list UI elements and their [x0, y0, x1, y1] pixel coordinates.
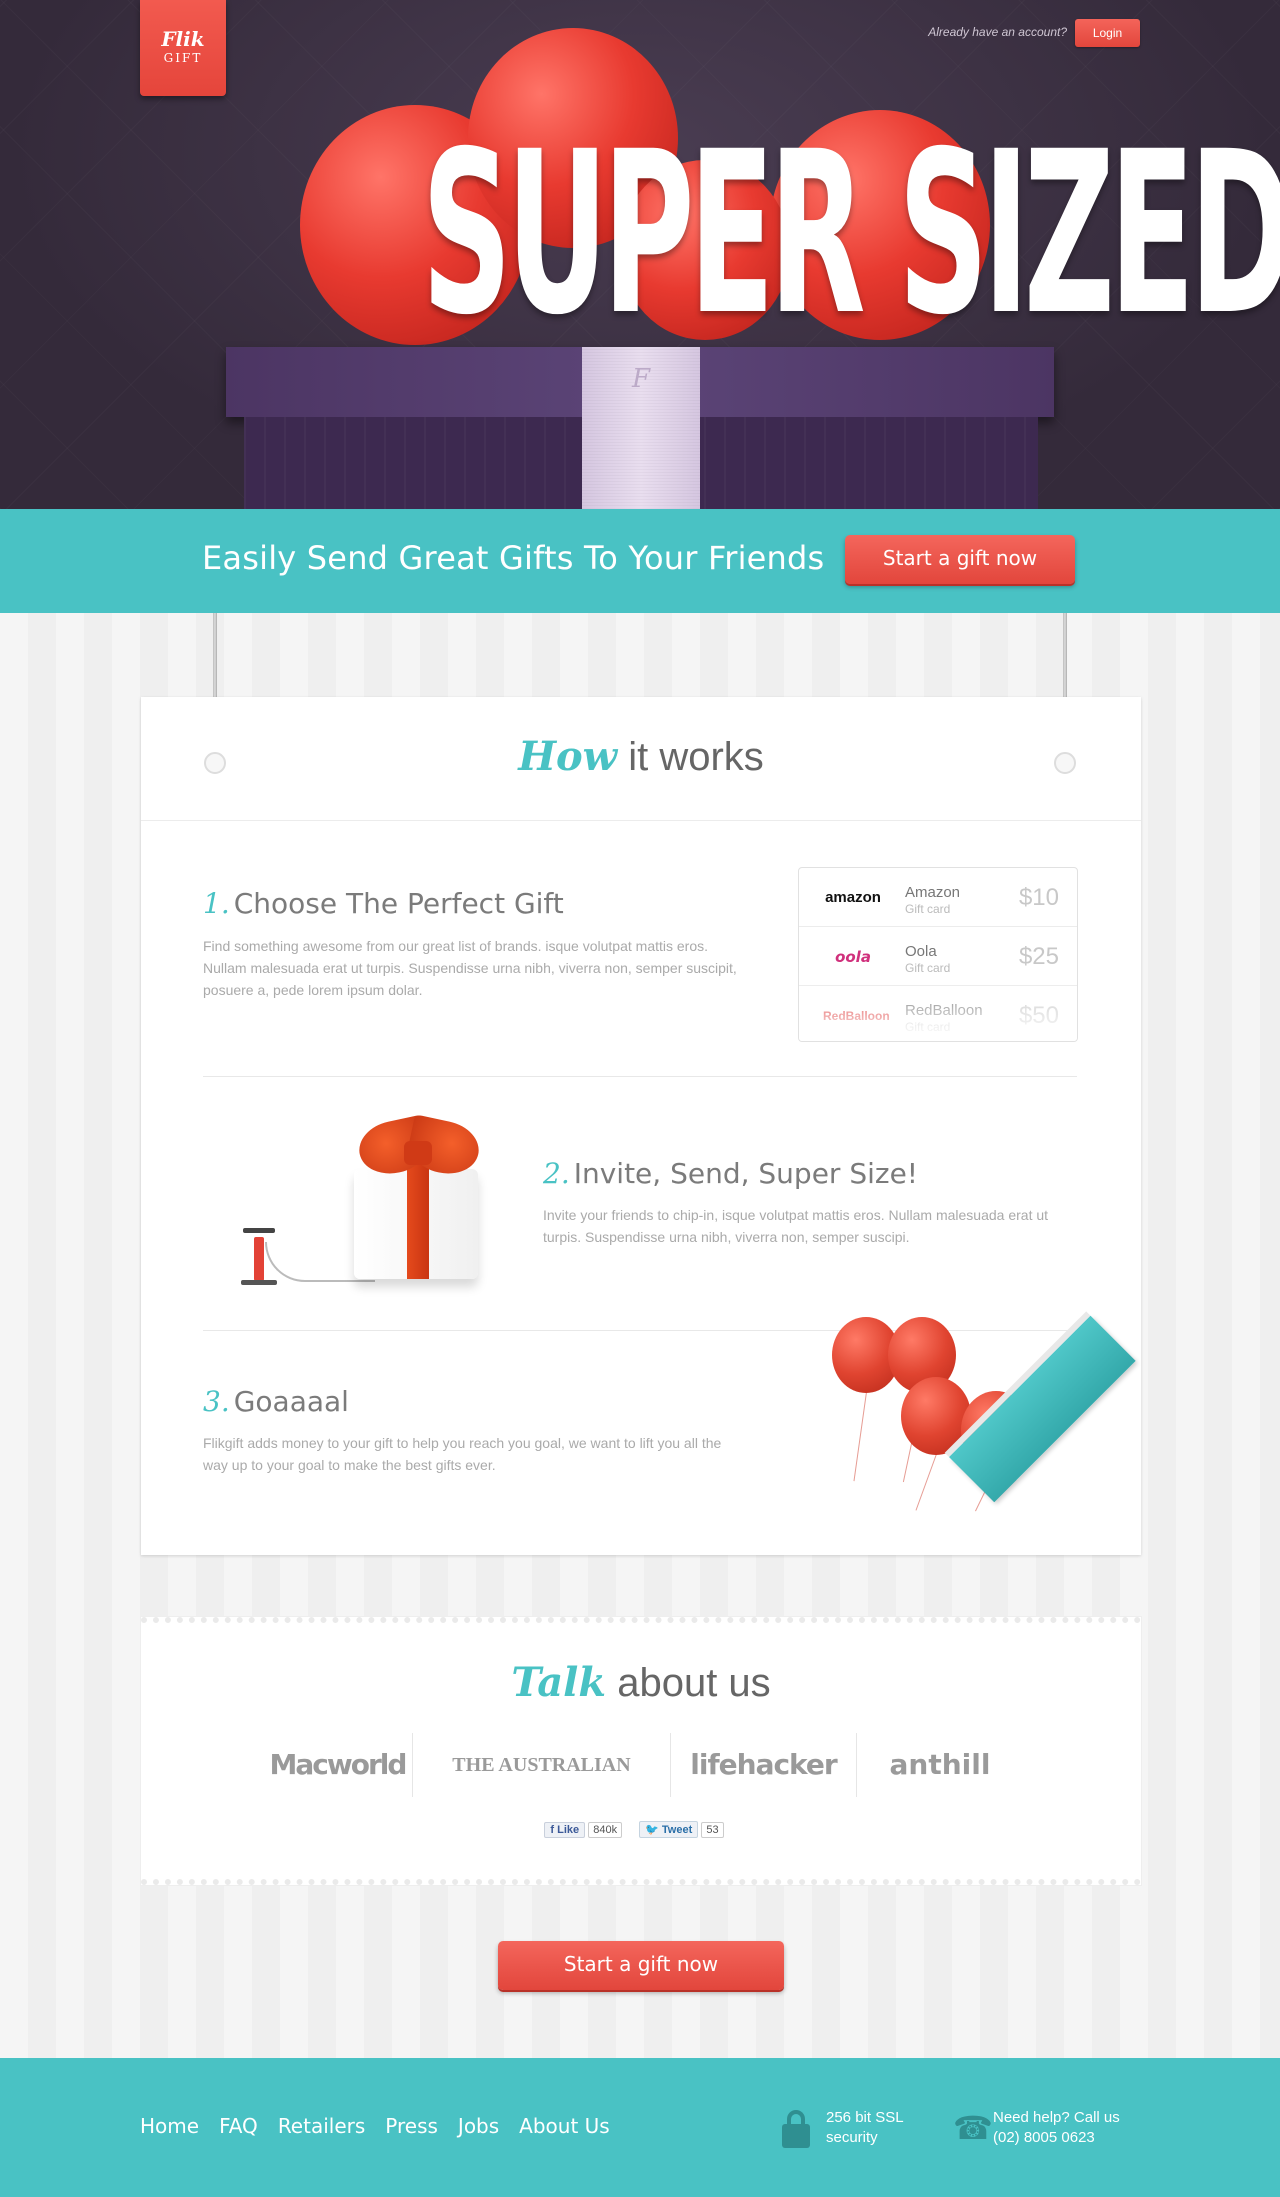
- card-header: How it works: [141, 697, 1141, 821]
- title-script: How: [518, 733, 618, 780]
- amazon-logo: amazon: [825, 889, 881, 906]
- press-logos: Macworld THE AUSTRALIAN lifehacker anthi…: [263, 1731, 1023, 1799]
- phone-icon: ☎: [953, 2110, 993, 2146]
- hero: SUPER SIZED F Flik GIFT Already have an …: [0, 0, 1280, 509]
- step-2-title-text: Invite, Send, Super Size!: [573, 1157, 919, 1190]
- lifehacker-logo[interactable]: lifehacker: [671, 1733, 857, 1797]
- twitter-icon: 🐦: [645, 1824, 662, 1836]
- balloon-string: [975, 1467, 997, 1512]
- gift-card-name: Amazon: [905, 884, 961, 901]
- help-phone[interactable]: (02) 8005 0623: [993, 2128, 1153, 2148]
- step-3-number: 3.: [203, 1385, 230, 1418]
- press-section: Talk about us Macworld THE AUSTRALIAN li…: [141, 1617, 1141, 1885]
- ssl-security-text: 256 bit SSL security: [826, 2108, 936, 2148]
- gift-card-price: $25: [1018, 943, 1059, 970]
- help-contact: Need help? Call us (02) 8005 0623: [993, 2108, 1153, 2148]
- logo-line2: GIFT: [163, 51, 203, 65]
- step-1-body: Find something awesome from our great li…: [203, 938, 737, 998]
- step-divider: [203, 1076, 1077, 1077]
- step-2-body: Invite your friends to chip-in, isque vo…: [543, 1207, 1049, 1245]
- start-gift-button[interactable]: Start a gift now: [845, 535, 1075, 584]
- footer-link-home[interactable]: Home: [140, 2114, 199, 2138]
- pump-handle: [243, 1228, 275, 1233]
- step-3-body: Flikgift adds money to your gift to help…: [203, 1435, 722, 1473]
- gift-card-sub: Gift card: [905, 902, 951, 916]
- balloon-icon: [901, 1377, 971, 1455]
- gift-card-price: $50: [1018, 1002, 1059, 1029]
- balloon-icon: [961, 1391, 1031, 1469]
- step-1-number: 1.: [203, 887, 230, 920]
- help-line1: Need help? Call us: [993, 2109, 1120, 2126]
- step-2-title: 2. Invite, Send, Super Size!: [543, 1157, 918, 1190]
- account-prompt: Already have an account?: [928, 25, 1067, 39]
- pump-base: [241, 1280, 277, 1285]
- start-gift-button-bottom[interactable]: Start a gift now: [498, 1941, 784, 1990]
- lock-icon: [782, 2110, 810, 2148]
- balloon-string: [853, 1391, 867, 1482]
- gift-card-name: RedBalloon: [905, 1002, 983, 1019]
- footer-link-retailers[interactable]: Retailers: [278, 2114, 365, 2138]
- pump-icon: [254, 1237, 264, 1281]
- tweet-button[interactable]: 🐦 Tweet: [639, 1821, 699, 1838]
- ribbon-emblem: F: [631, 364, 651, 394]
- oola-logo: oola: [835, 948, 871, 966]
- gift-card-row[interactable]: RedBalloon RedBalloon Gift card $50: [799, 986, 1077, 1041]
- step-1-title: 1. Choose The Perfect Gift: [203, 887, 564, 920]
- gift-card-row[interactable]: oola Oola Gift card $25: [799, 927, 1077, 986]
- title-rest: it works: [628, 735, 764, 779]
- like-count: 840k: [588, 1822, 623, 1838]
- footer: Home FAQ Retailers Press Jobs About Us 2…: [0, 2058, 1280, 2197]
- gift-card-name: Oola: [905, 943, 937, 960]
- tagline: Easily Send Great Gifts To Your Friends: [202, 539, 825, 577]
- redballoon-logo: RedBalloon: [823, 1009, 890, 1023]
- footer-link-press[interactable]: Press: [385, 2114, 438, 2138]
- footer-link-jobs[interactable]: Jobs: [458, 2114, 499, 2138]
- gift-card-price: $10: [1018, 884, 1059, 911]
- step-2-number: 2.: [543, 1157, 570, 1190]
- gift-card-sub: Gift card: [905, 961, 951, 975]
- footer-link-faq[interactable]: FAQ: [219, 2114, 258, 2138]
- logo[interactable]: Flik GIFT: [140, 0, 226, 96]
- how-it-works-card: How it works 1. Choose The Perfect Gift F…: [141, 697, 1141, 1555]
- balloon-string: [915, 1453, 937, 1511]
- gift-card-row[interactable]: amazon Amazon Gift card $10: [799, 868, 1077, 927]
- how-it-works-title: How it works: [141, 733, 1141, 780]
- step-3-title-text: Goaaaal: [233, 1385, 349, 1418]
- footer-nav: Home FAQ Retailers Press Jobs About Us: [140, 2114, 610, 2138]
- tweet-label: Tweet: [661, 1824, 693, 1836]
- gift-box-ribbon: [407, 1157, 429, 1279]
- press-title-rest: about us: [617, 1661, 771, 1705]
- facebook-like-button[interactable]: f Like: [544, 1822, 586, 1838]
- press-title: Talk about us: [141, 1659, 1141, 1706]
- gift-card-list: amazon Amazon Gift card $10 oola Oola Gi…: [798, 867, 1078, 1042]
- press-title-script: Talk: [511, 1659, 607, 1706]
- the-australian-logo[interactable]: THE AUSTRALIAN: [413, 1733, 671, 1797]
- step-3-title: 3. Goaaaal: [203, 1385, 349, 1418]
- rope-ring: [204, 752, 226, 774]
- login-button[interactable]: Login: [1075, 19, 1140, 47]
- footer-link-about[interactable]: About Us: [519, 2114, 610, 2138]
- ssl-line1: 256 bit SSL: [826, 2109, 904, 2126]
- logo-line1: Flik: [161, 27, 205, 51]
- social-buttons: f Like 840k 🐦 Tweet 53: [141, 1821, 1141, 1838]
- bow-knot: [404, 1141, 432, 1165]
- tweet-count: 53: [701, 1822, 724, 1838]
- hero-headline: SUPER SIZED: [421, 103, 1280, 364]
- rope-ring: [1054, 752, 1076, 774]
- anthill-logo[interactable]: anthill: [857, 1733, 1023, 1797]
- macworld-logo[interactable]: Macworld: [263, 1733, 413, 1797]
- step-1-title-text: Choose The Perfect Gift: [233, 887, 564, 920]
- tagline-banner: Easily Send Great Gifts To Your Friends …: [0, 509, 1280, 613]
- ssl-line2: security: [826, 2129, 878, 2146]
- like-label: Like: [557, 1824, 580, 1836]
- gift-card-sub: Gift card: [905, 1020, 951, 1034]
